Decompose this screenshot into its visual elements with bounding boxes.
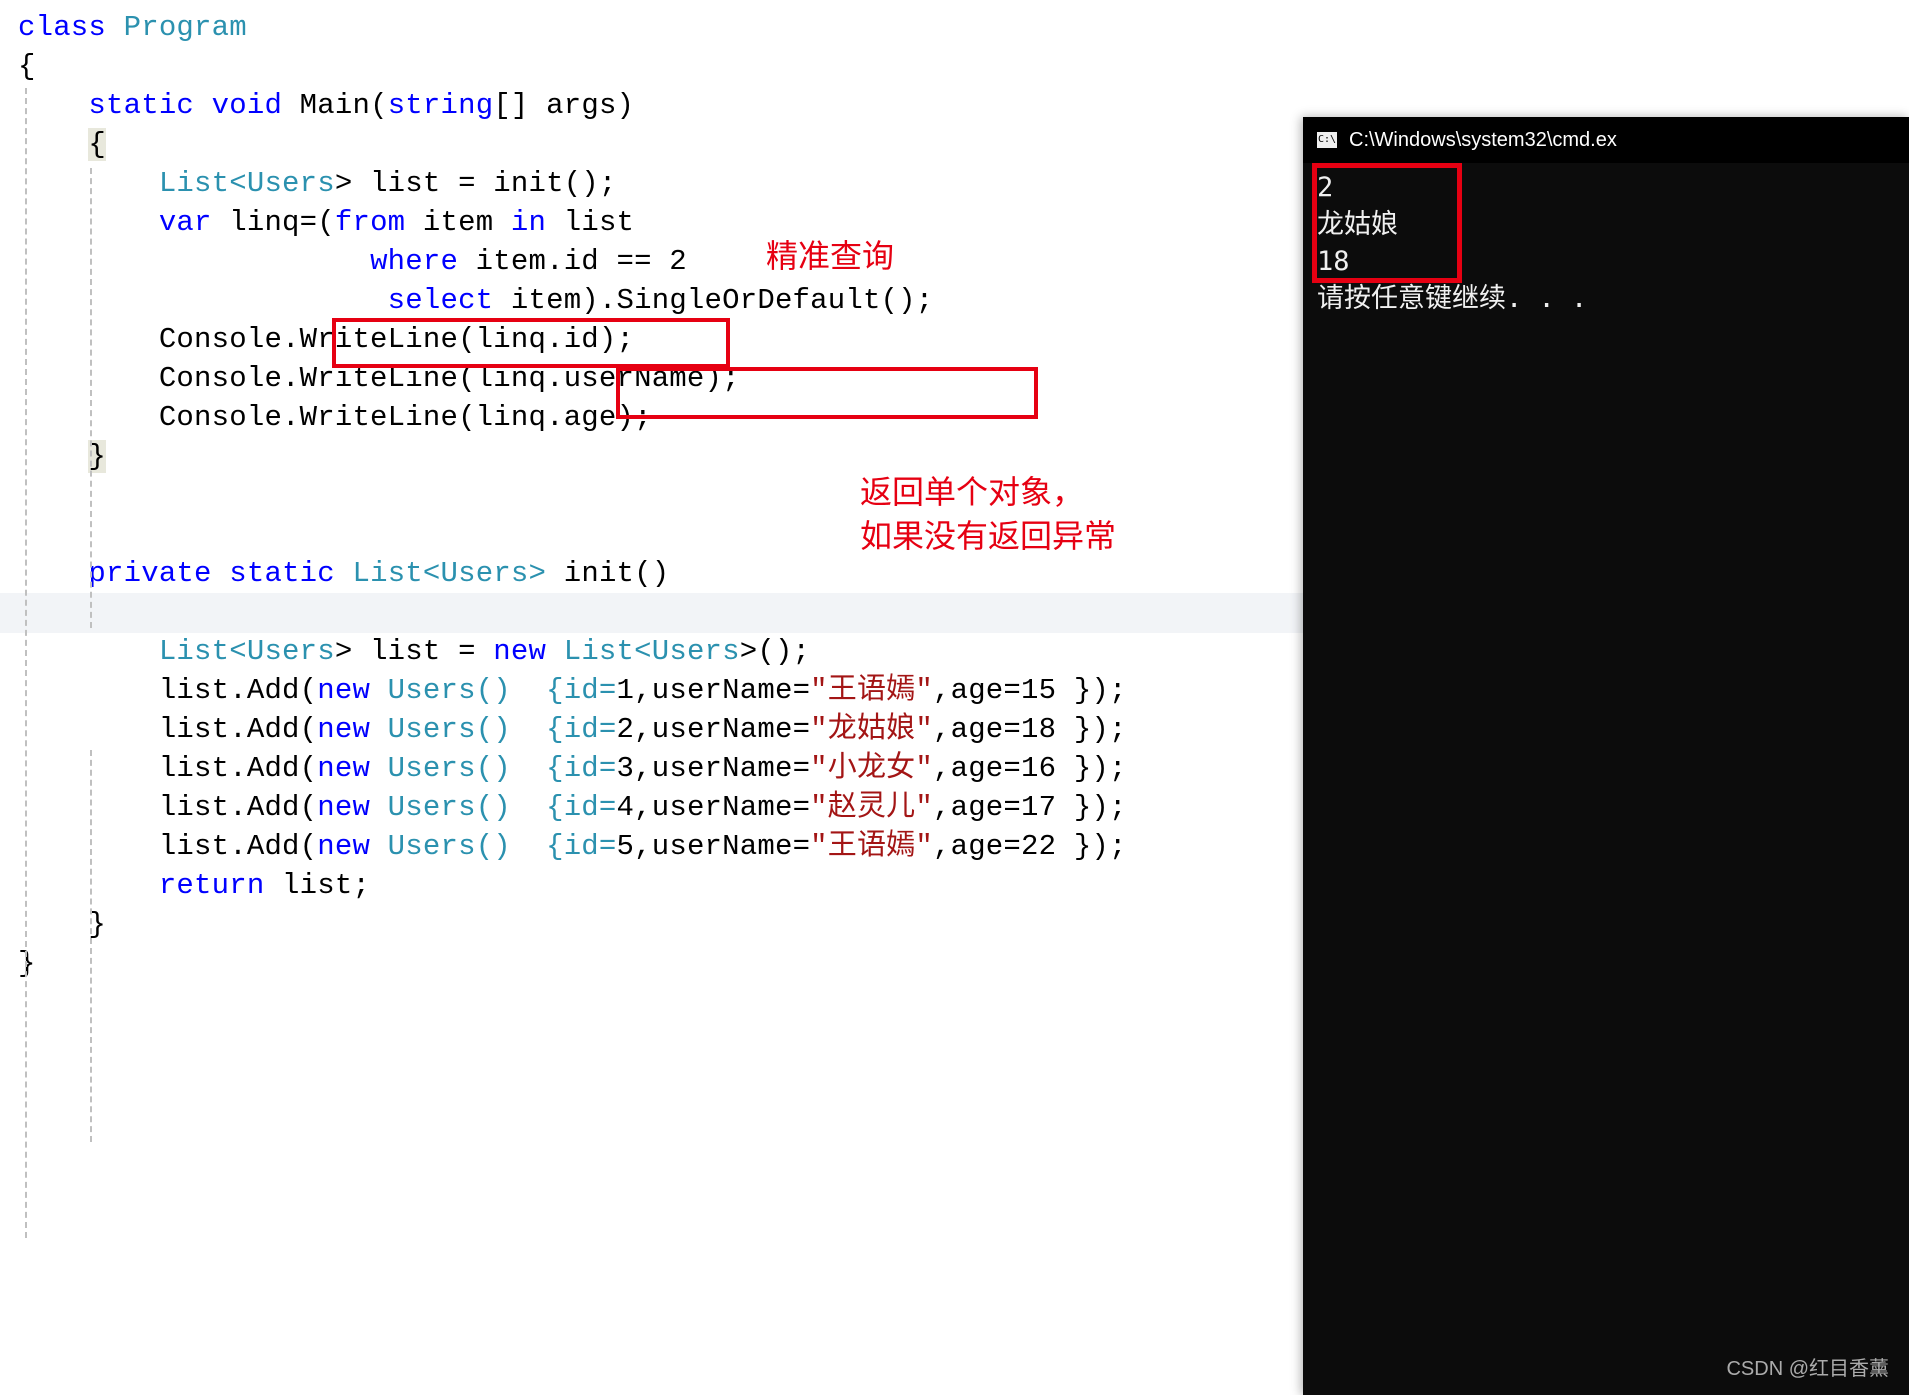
cmd-icon	[1317, 132, 1337, 148]
annotation-text-exact: 精准查询	[766, 234, 894, 278]
close-brace-hl: }	[88, 440, 106, 473]
kw-class: class	[18, 11, 106, 44]
annotation-box-output	[1312, 163, 1462, 283]
cmd-line: 请按任意键继续. . .	[1317, 280, 1895, 317]
annotation-box-single	[616, 367, 1038, 419]
type-program: Program	[124, 11, 247, 44]
open-brace-hl: {	[88, 128, 106, 161]
annotation-text-return: 返回单个对象， 如果没有返回异常	[860, 470, 1116, 558]
annotation-box-where	[332, 318, 730, 368]
brace: {	[18, 50, 36, 83]
cmd-window[interactable]: C:\Windows\system32\cmd.ex 2 龙姑娘 18 请按任意…	[1303, 117, 1909, 1395]
cmd-title: C:\Windows\system32\cmd.ex	[1349, 129, 1617, 152]
cmd-titlebar[interactable]: C:\Windows\system32\cmd.ex	[1303, 117, 1909, 163]
watermark: CSDN @红目香薰	[1726, 1352, 1889, 1381]
